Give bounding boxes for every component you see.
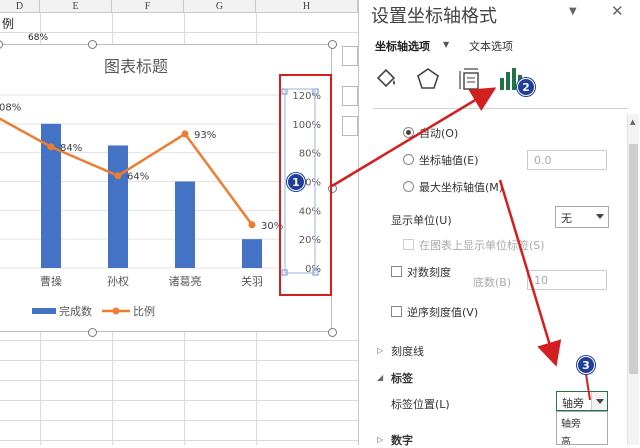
chart-title[interactable]: 图表标题 xyxy=(104,57,168,76)
annotation-badge: 2 xyxy=(517,78,535,96)
expand-icon[interactable]: ▷ xyxy=(377,435,383,444)
chart-styles-button[interactable] xyxy=(342,86,358,106)
data-label: 93% xyxy=(194,130,216,141)
line-point xyxy=(181,130,189,138)
radio-auto-label: 自动(O) xyxy=(419,127,459,140)
bar xyxy=(242,239,262,268)
reverse-order-label: 逆序刻度值(V) xyxy=(407,306,479,319)
cell-partial-value[interactable]: 68% xyxy=(28,33,48,43)
column-header-h[interactable]: H xyxy=(256,0,358,13)
display-units-label: 显示单位(U) xyxy=(391,214,452,227)
category-label: 孙权 xyxy=(107,275,129,288)
tab-text-options[interactable]: 文本选项 xyxy=(469,38,513,54)
chart-legend: 完成数 比例 xyxy=(32,304,155,318)
scroll-up-icon[interactable]: ▲ xyxy=(630,118,635,126)
pane-title: 设置坐标轴格式 xyxy=(371,6,497,27)
bar xyxy=(175,181,195,268)
column-header-g[interactable]: G xyxy=(184,0,256,13)
log-scale-label: 对数刻度 xyxy=(407,266,451,279)
radio-max-axis-value-label: 最大坐标轴值(M) xyxy=(419,181,504,194)
format-axis-pane: 设置坐标轴格式 ▼ ✕ 坐标轴选项 ▼ 文本选项 ▲ 自动(O) 坐标轴值(E)… xyxy=(358,0,640,448)
column-header-e[interactable]: E xyxy=(40,0,112,13)
annotation-badge: 1 xyxy=(287,173,305,191)
display-units-value: 无 xyxy=(561,212,572,225)
section-labels[interactable]: 标签 xyxy=(391,370,413,386)
radio-max-axis-value[interactable] xyxy=(403,181,414,192)
resize-handle[interactable] xyxy=(88,40,97,49)
chevron-down-icon[interactable]: ▼ xyxy=(443,40,449,49)
label-position-value: 轴旁 xyxy=(562,397,584,410)
size-properties-icon[interactable] xyxy=(457,66,483,92)
data-label: 84% xyxy=(60,143,82,154)
collapse-icon[interactable]: ◢ xyxy=(377,373,383,382)
resize-handle[interactable] xyxy=(88,328,97,337)
dropdown-option[interactable]: 高 xyxy=(557,433,607,444)
column-header-bar: D E F G H xyxy=(0,0,358,13)
chevron-down-icon xyxy=(591,392,607,410)
grid-line xyxy=(0,380,358,381)
pentagon-icon[interactable] xyxy=(415,66,441,92)
resize-handle[interactable] xyxy=(328,328,337,337)
section-number[interactable]: 数字 xyxy=(391,432,413,448)
annotation-badge: 3 xyxy=(577,356,595,374)
paint-bucket-icon[interactable] xyxy=(373,66,399,92)
grid-line xyxy=(0,32,358,33)
reverse-order-checkbox[interactable] xyxy=(391,306,402,317)
divider xyxy=(373,108,628,109)
display-units-dropdown[interactable]: 无 xyxy=(555,206,609,228)
legend-swatch-bar xyxy=(32,308,56,314)
label-position-dropdown[interactable]: 轴旁 xyxy=(556,391,608,411)
close-icon[interactable]: ✕ xyxy=(611,2,624,20)
grid-line xyxy=(0,340,358,341)
data-label: 08% xyxy=(0,102,21,113)
label-position-dropdown-list[interactable]: 轴旁 高 xyxy=(556,411,608,445)
radio-auto[interactable] xyxy=(403,127,414,138)
data-label: 64% xyxy=(127,172,149,183)
legend-swatch-marker xyxy=(112,307,120,315)
chevron-down-icon xyxy=(592,207,608,227)
line-point xyxy=(47,143,55,151)
category-label: 诸葛亮 xyxy=(169,274,202,288)
base-label: 底数(B) xyxy=(473,276,512,289)
legend-label: 比例 xyxy=(133,304,155,318)
expand-icon[interactable]: ▷ xyxy=(377,346,383,355)
dropdown-option[interactable]: 轴旁 xyxy=(557,412,607,433)
line-point xyxy=(248,221,256,229)
grid-line xyxy=(0,440,358,441)
scrollbar-thumb[interactable] xyxy=(629,144,638,374)
chart-filters-button[interactable] xyxy=(342,116,358,136)
resize-handle[interactable] xyxy=(328,40,337,49)
category-labels: 曹操 孙权 诸葛亮 关羽 xyxy=(40,274,263,288)
category-label: 曹操 xyxy=(40,274,62,288)
column-header-d[interactable]: D xyxy=(0,0,40,13)
axis-value-input[interactable]: 0.0 xyxy=(527,150,607,170)
grid-line xyxy=(0,400,358,401)
grid-line xyxy=(0,420,358,421)
pane-options-chevron-icon[interactable]: ▼ xyxy=(569,6,577,17)
base-input[interactable]: 10 xyxy=(527,270,607,290)
radio-axis-value-label: 坐标轴值(E) xyxy=(419,154,479,167)
log-scale-checkbox[interactable] xyxy=(391,266,402,277)
tab-axis-options[interactable]: 坐标轴选项 xyxy=(375,38,430,54)
bar xyxy=(108,145,128,268)
grid-line xyxy=(0,360,358,361)
section-tick-marks[interactable]: 刻度线 xyxy=(391,343,424,359)
cell-text[interactable]: 例 xyxy=(2,15,14,32)
chart-elements-button[interactable] xyxy=(342,46,358,66)
label-position-label: 标签位置(L) xyxy=(391,398,450,411)
show-units-checkbox[interactable] xyxy=(403,239,414,250)
radio-axis-value[interactable] xyxy=(403,154,414,165)
column-header-f[interactable]: F xyxy=(112,0,184,13)
show-units-label: 在图表上显示单位标签(S) xyxy=(419,239,545,252)
legend-label: 完成数 xyxy=(59,304,92,318)
line-point xyxy=(114,172,122,180)
pane-scrollbar[interactable]: ▲ xyxy=(627,114,639,445)
category-label: 关羽 xyxy=(241,274,263,288)
